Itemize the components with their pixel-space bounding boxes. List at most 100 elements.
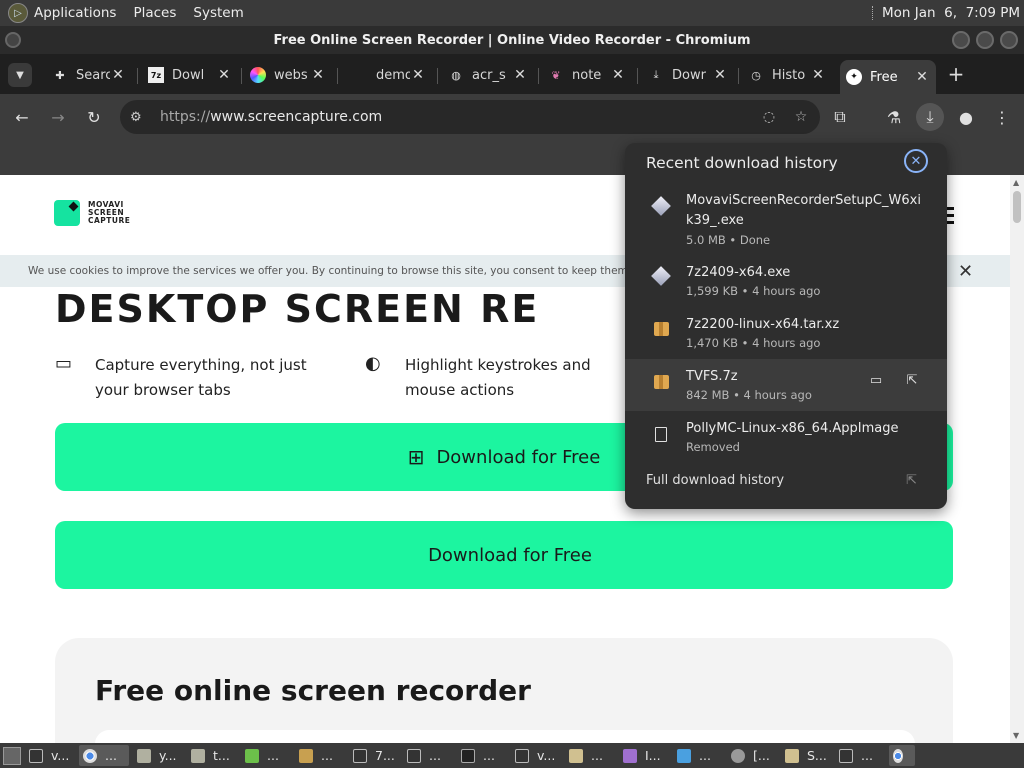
taskbar-item[interactable]: ... [79, 745, 129, 766]
scrollbar-thumb[interactable] [1013, 191, 1021, 223]
bookmark-star-icon[interactable]: ☆ [788, 109, 814, 125]
menu-system[interactable]: System [193, 5, 243, 21]
folder-icon [191, 748, 205, 763]
download-item-hovered[interactable]: TVFS.7z 842 MB • 4 hours ago ▭ ⇱ [625, 359, 947, 411]
reload-icon[interactable]: ↻ [80, 103, 108, 131]
taskbar-item[interactable]: ... [457, 745, 507, 766]
movavi-logo-mark [54, 200, 80, 226]
taskbar-label: ... [429, 748, 441, 763]
tab-search[interactable]: ✚ Searc ✕ [46, 60, 132, 90]
back-arrow-icon[interactable]: ← [8, 103, 36, 131]
url-scheme: https:// [160, 109, 211, 125]
close-icon[interactable]: ✕ [810, 67, 826, 83]
scroll-down-icon[interactable]: ▼ [1013, 731, 1019, 740]
address-bar[interactable]: ⚙ https://www.screencapture.com ◌ ☆ [120, 100, 820, 134]
download-button-label: Download for Free [436, 446, 601, 468]
taskbar-item[interactable] [889, 745, 915, 766]
tab-search-button[interactable]: ▼ [8, 63, 32, 87]
extensions-icon[interactable]: ⧉ [826, 103, 854, 131]
archive-7z-icon: 7z [148, 67, 164, 83]
tab-webs[interactable]: webs ✕ [244, 60, 332, 90]
close-icon[interactable]: ✕ [110, 67, 126, 83]
eye-off-icon[interactable]: ◌ [756, 109, 782, 125]
maximize-button[interactable] [976, 31, 994, 49]
taskbar-item[interactable]: ... [835, 745, 885, 766]
tab-label: webs [274, 67, 308, 83]
globe-icon: ◍ [451, 68, 461, 82]
taskbar-item[interactable]: 7... [349, 745, 399, 766]
close-icon[interactable]: ✕ [914, 69, 930, 85]
taskbar-item[interactable]: ... [565, 745, 615, 766]
taskbar-label: ... [699, 748, 711, 763]
tab-acr[interactable]: ◍ acr_s ✕ [442, 60, 534, 90]
menu-kebab-icon[interactable]: ⋮ [988, 103, 1016, 131]
forward-arrow-icon[interactable]: → [44, 103, 72, 131]
app-icon [785, 748, 799, 763]
tab-demo[interactable]: demo ✕ [346, 60, 432, 90]
terminal-icon [839, 748, 853, 763]
movavi-icon: ✦ [846, 69, 862, 85]
page-scrollbar[interactable]: ▲ ▼ [1010, 175, 1024, 743]
tab-download-7z[interactable]: 7z Dowl ✕ [142, 60, 238, 90]
show-in-folder-icon[interactable]: ▭ [867, 373, 885, 388]
menu-applications[interactable]: Applications [34, 5, 116, 21]
downloads-icon[interactable]: ⤓ [916, 103, 944, 131]
labs-flask-icon[interactable]: ⚗ [880, 103, 908, 131]
taskbar-item[interactable]: ... [403, 745, 453, 766]
url-text[interactable]: https://www.screencapture.com [160, 109, 756, 125]
close-icon[interactable]: ✕ [310, 67, 326, 83]
gnome-foot-icon[interactable]: ▷ [8, 3, 28, 23]
popup-close-icon[interactable]: ✕ [904, 149, 928, 173]
hero-title: DESKTOP SCREEN RE [55, 287, 540, 331]
tab-separator [637, 68, 638, 84]
open-external-icon[interactable]: ⇱ [903, 373, 921, 388]
taskbar-label: ... [591, 748, 603, 763]
open-external-icon[interactable]: ⇱ [906, 473, 917, 488]
chromium-icon [893, 748, 903, 763]
close-window-button[interactable] [1000, 31, 1018, 49]
download-item[interactable]: PollyMC-Linux-x86_64.AppImage Removed [625, 413, 947, 463]
tab-downloads[interactable]: ⤓ Dowr ✕ [642, 60, 734, 90]
close-icon[interactable]: ✕ [610, 67, 626, 83]
taskbar-item[interactable]: t... [187, 745, 237, 766]
close-icon[interactable]: ✕ [712, 67, 728, 83]
download-mac-button[interactable]: Download for Free [55, 521, 953, 589]
window-controls [952, 31, 1018, 49]
window-menu-button[interactable] [5, 32, 21, 48]
close-icon[interactable]: ✕ [410, 67, 426, 83]
download-item[interactable]: 7z2200-linux-x64.tar.xz 1,470 KB • 4 hou… [625, 307, 947, 357]
tab-notepad[interactable]: ❦ note ✕ [542, 60, 632, 90]
movavi-logo[interactable]: MOVAVI SCREEN CAPTURE [54, 200, 130, 226]
full-download-history-link[interactable]: Full download history [646, 473, 784, 488]
tab-history[interactable]: ◷ Histo ✕ [742, 60, 832, 90]
clock[interactable]: Mon Jan 6, 7:09 PM [882, 5, 1020, 21]
panel-grip [871, 6, 876, 20]
site-info-icon[interactable]: ⚙ [130, 110, 150, 125]
menu-places[interactable]: Places [133, 5, 176, 21]
taskbar-item[interactable]: y... [133, 745, 183, 766]
minimize-button[interactable] [952, 31, 970, 49]
profile-icon[interactable]: ● [952, 103, 980, 131]
new-tab-button[interactable]: + [944, 62, 968, 86]
cookie-close-icon[interactable]: ✕ [958, 261, 973, 282]
taskbar-item[interactable]: ... [673, 745, 723, 766]
download-filename: 7z2409-x64.exe [686, 265, 791, 280]
taskbar-item[interactable]: I... [619, 745, 669, 766]
download-item[interactable]: 7z2409-x64.exe 1,599 KB • 4 hours ago [625, 255, 947, 305]
feature-highlight: ◐ Highlight keystrokes and mouse actions [365, 353, 645, 403]
close-icon[interactable]: ✕ [512, 67, 528, 83]
taskbar-item[interactable]: [... [727, 745, 777, 766]
scroll-up-icon[interactable]: ▲ [1013, 178, 1019, 187]
taskbar-label: ... [483, 748, 495, 763]
close-icon[interactable]: ✕ [216, 67, 232, 83]
taskbar-item[interactable]: ... [295, 745, 345, 766]
terminal-icon [353, 748, 367, 763]
taskbar-item[interactable]: v... [511, 745, 561, 766]
tab-free-active[interactable]: ✦ Free ✕ [840, 60, 936, 94]
taskbar-item[interactable]: v... [25, 745, 75, 766]
show-desktop-button[interactable] [3, 746, 21, 765]
download-item[interactable]: MovaviScreenRecorderSetupC_W6xik39_.exe … [625, 187, 947, 253]
taskbar-label: ... [321, 748, 333, 763]
taskbar-item[interactable]: ... [241, 745, 291, 766]
taskbar-item[interactable]: S... [781, 745, 831, 766]
